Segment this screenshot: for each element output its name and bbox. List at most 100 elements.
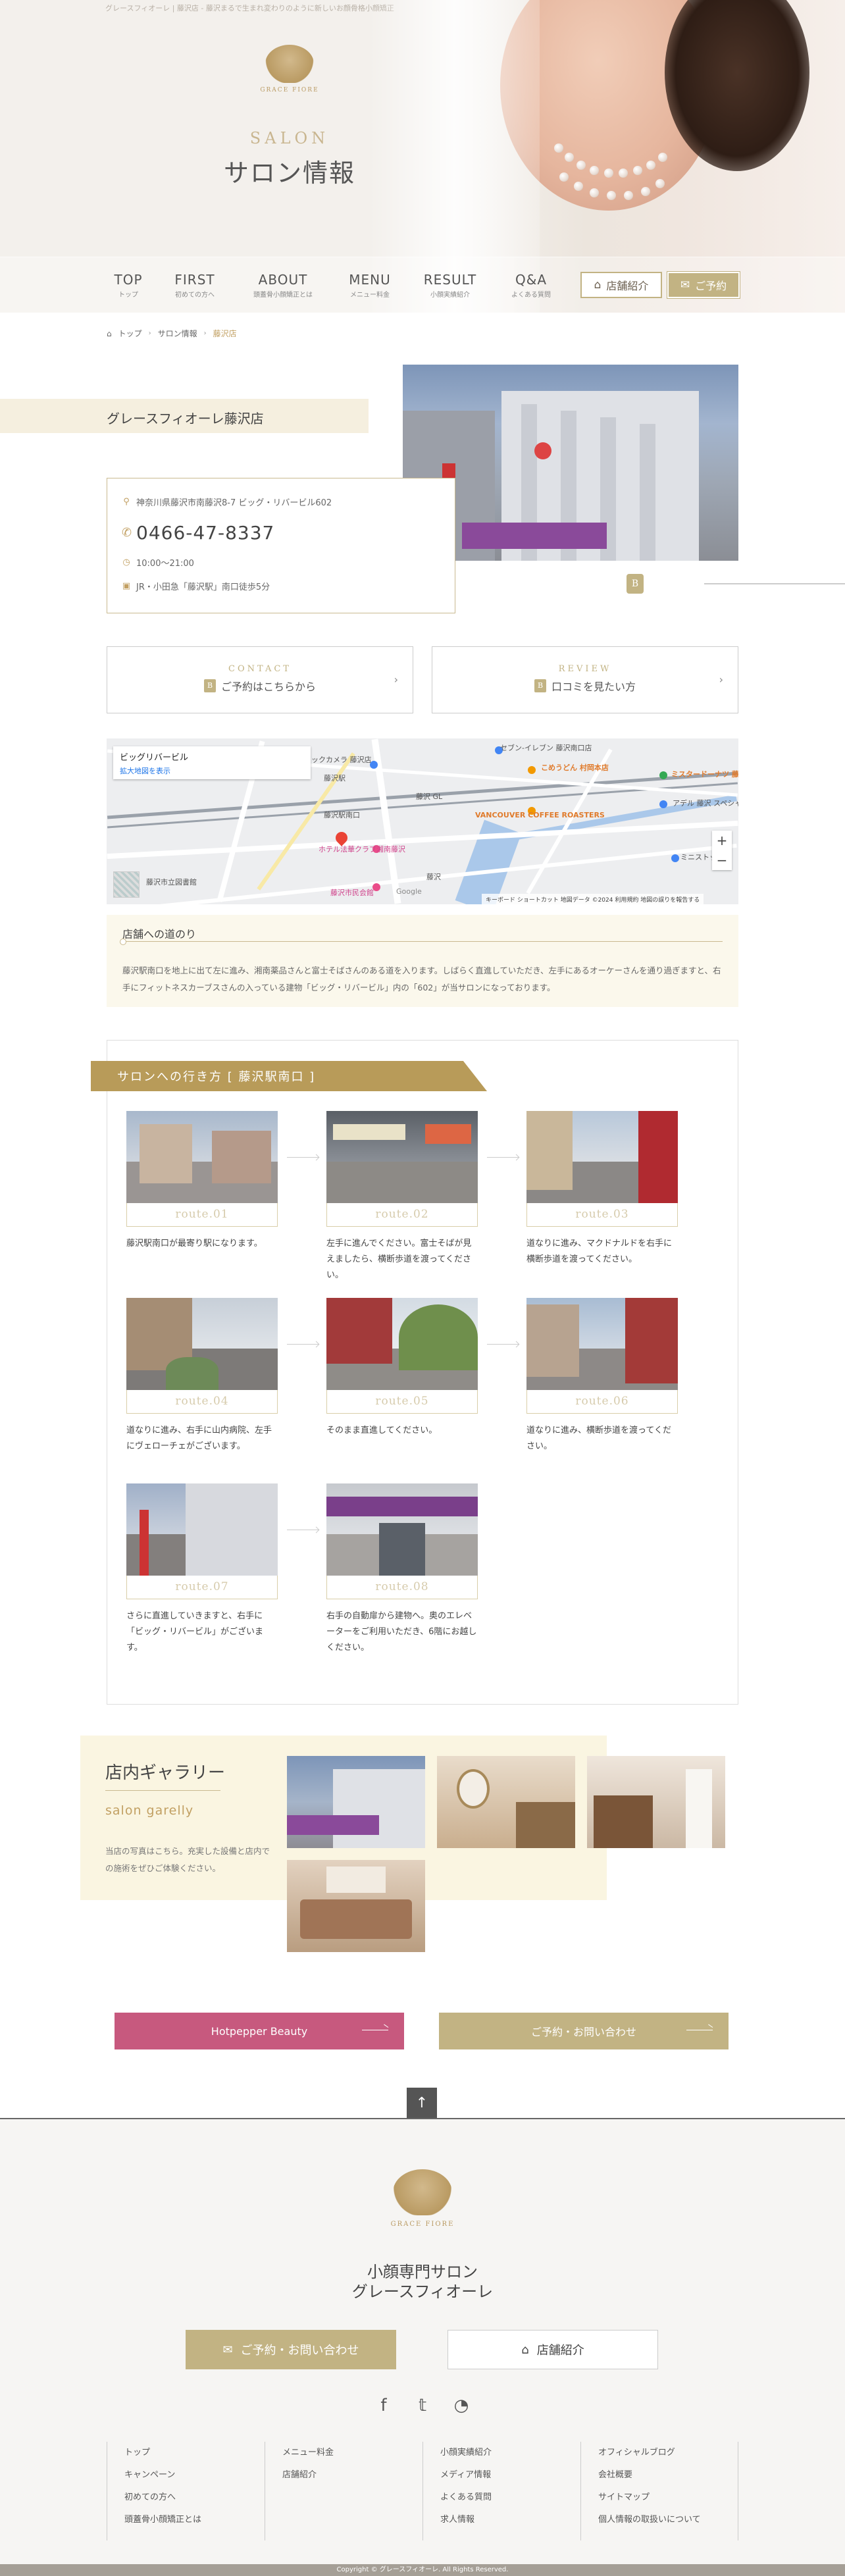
gallery-description: 当店の写真はこちら。充実した設備と店内での施術をぜひご体験ください。 bbox=[105, 1846, 270, 1873]
pearl bbox=[574, 182, 583, 191]
reserve-button[interactable]: ✉ ご予約 bbox=[667, 271, 740, 299]
poi-icon[interactable] bbox=[659, 771, 667, 779]
rss-icon[interactable]: ◔ bbox=[451, 2396, 471, 2415]
copyright: Copyright © グレースフィオーレ. All Rights Reserv… bbox=[0, 2564, 845, 2576]
pearl bbox=[554, 143, 563, 153]
reserve-contact-button[interactable]: ご予約・お問い合わせ bbox=[439, 2013, 729, 2049]
address-row: ⚲ 神奈川県藤沢市南藤沢8-7 ビッグ・リバービル602 bbox=[122, 496, 332, 508]
footer-shop-button[interactable]: ⌂ 店舗紹介 bbox=[448, 2330, 658, 2369]
footer-logo[interactable]: GRACE FIORE bbox=[388, 2169, 457, 2228]
footer-link[interactable]: 頭蓋骨小顔矯正とは bbox=[124, 2509, 265, 2531]
zoom-in-button[interactable]: + bbox=[712, 831, 732, 850]
poi-icon[interactable] bbox=[671, 854, 679, 862]
footer-shop-label: 店舗紹介 bbox=[536, 2344, 584, 2357]
hero-banner: グレースフィオーレ | 藤沢店 - 藤沢まるで生まれ変わりのように新しいお顔骨格… bbox=[0, 0, 845, 313]
divider bbox=[105, 1790, 220, 1791]
footer-link-column: 小顔実績紹介 メディア情報 よくある質問 求人情報 bbox=[423, 2442, 580, 2540]
phone-icon: ✆ bbox=[122, 526, 133, 540]
footer-link[interactable]: 小顔実績紹介 bbox=[440, 2442, 580, 2464]
map-label: ビックカメラ 藤沢店 bbox=[304, 756, 372, 764]
gallery-image[interactable] bbox=[437, 1756, 575, 1848]
clock-icon: ◷ bbox=[122, 557, 130, 567]
route-step: route.06 道なりに進み、横断歩道を渡ってください。 bbox=[526, 1298, 678, 1455]
back-to-top-button[interactable]: ↑ bbox=[407, 2088, 437, 2118]
footer-link[interactable]: オフィシャルブログ bbox=[598, 2442, 738, 2464]
frog-logo-icon bbox=[265, 45, 314, 83]
nav-item-about[interactable]: ABOUT 頭蓋骨小顔矯正とは bbox=[242, 272, 324, 299]
cta-jp-row: B ご予約はこちらから bbox=[107, 678, 413, 694]
footer-contact-button[interactable]: ✉ ご予約・お問い合わせ bbox=[186, 2330, 396, 2369]
map-pin-icon: ⚲ bbox=[123, 497, 130, 507]
footer-link[interactable]: よくある質問 bbox=[440, 2486, 580, 2509]
site-logo[interactable]: GRACE FIORE bbox=[253, 45, 326, 93]
review-cta[interactable]: REVIEW B 口コミを見たい方 › bbox=[432, 646, 738, 713]
tel-row[interactable]: ✆ 0466-47-8337 bbox=[122, 522, 274, 544]
gallery-image[interactable] bbox=[287, 1860, 425, 1952]
footer-link[interactable]: 会社概要 bbox=[598, 2464, 738, 2486]
map-label: ホテル法華クラブ湘南藤沢 bbox=[319, 845, 405, 854]
route-step-text: 道なりに進み、マクドナルドを右手に横断歩道を渡ってください。 bbox=[526, 1239, 673, 1264]
gallery-image[interactable] bbox=[587, 1756, 725, 1848]
footer-link[interactable]: 個人情報の取扱いについて bbox=[598, 2509, 738, 2531]
street-view-thumbnail[interactable] bbox=[113, 871, 140, 898]
footer-link[interactable]: 初めての方へ bbox=[124, 2486, 265, 2509]
nav-sublabel: メニュー料金 bbox=[350, 292, 390, 299]
logo-text: GRACE FIORE bbox=[390, 2221, 455, 2228]
chevron-right-icon: › bbox=[719, 673, 723, 686]
footer-link[interactable]: キャンペーン bbox=[124, 2464, 265, 2486]
contact-cta[interactable]: CONTACT B ご予約はこちらから › bbox=[107, 646, 413, 713]
chevron-right-icon: › bbox=[148, 330, 151, 337]
route-description-box: 店舗への道のり 藤沢駅南口を地上に出て左に進み、湘南薬品さんと富士そばさんのある… bbox=[107, 915, 738, 1007]
nav-item-top[interactable]: TOP トップ bbox=[112, 272, 145, 299]
breadcrumb-current: 藤沢店 bbox=[213, 329, 237, 338]
nav-item-qa[interactable]: Q&A よくある質問 bbox=[503, 272, 559, 299]
pearl bbox=[658, 153, 667, 162]
shop-access: JR・小田急「藤沢駅」南口徒歩5分 bbox=[136, 582, 270, 592]
shop-button[interactable]: ⌂ 店舗紹介 bbox=[580, 272, 662, 298]
map-label: 藤沢 GL bbox=[416, 792, 443, 801]
google-map[interactable]: セブン-イレブン 藤沢南口店 ビックカメラ 藤沢店 藤沢駅 藤沢駅南口 藤沢 G… bbox=[107, 738, 738, 904]
footer-links: トップ キャンペーン 初めての方へ 頭蓋骨小顔矯正とは メニュー料金 店舗紹介 … bbox=[107, 2442, 738, 2540]
zoom-out-button[interactable]: − bbox=[712, 850, 732, 870]
nav-sublabel: トップ bbox=[118, 292, 138, 299]
poi-icon[interactable] bbox=[528, 766, 536, 774]
global-nav: TOP トップ FIRST 初めての方へ ABOUT 頭蓋骨小顔矯正とは MEN… bbox=[0, 257, 845, 313]
poi-icon[interactable] bbox=[659, 800, 667, 808]
route-photo bbox=[326, 1111, 478, 1203]
shop-tel[interactable]: 0466-47-8337 bbox=[136, 522, 274, 544]
gallery-image[interactable] bbox=[287, 1756, 425, 1848]
footer-link[interactable]: 店舗紹介 bbox=[282, 2464, 423, 2486]
route-step-label: route.05 bbox=[326, 1390, 478, 1414]
footer-link[interactable]: サイトマップ bbox=[598, 2486, 738, 2509]
footer-link-column: トップ キャンペーン 初めての方へ 頭蓋骨小顔矯正とは bbox=[107, 2442, 265, 2540]
footer-link[interactable]: 求人情報 bbox=[440, 2509, 580, 2531]
route-step-text: 右手の自動扉から建物へ。奥のエレベーターをご利用いただき、6階にお越しください。 bbox=[326, 1611, 477, 1653]
badge-icon: B bbox=[534, 679, 546, 692]
map-label: 藤沢 bbox=[426, 873, 441, 881]
breadcrumb-parent[interactable]: サロン情報 bbox=[158, 328, 197, 339]
map-label: 藤沢市民会館 bbox=[330, 889, 374, 897]
facebook-icon[interactable]: f bbox=[374, 2396, 394, 2415]
hotpepper-button[interactable]: Hotpepper Beauty bbox=[115, 2013, 404, 2049]
route-step-text: 藤沢駅南口が最寄り駅になります。 bbox=[126, 1239, 263, 1249]
map-place-card: ビッグリバービル 拡大地図を表示 bbox=[113, 746, 311, 779]
nav-sublabel: よくある質問 bbox=[511, 292, 551, 299]
breadcrumb-home[interactable]: トップ bbox=[118, 328, 142, 339]
footer-link[interactable]: トップ bbox=[124, 2442, 265, 2464]
map-label: アデル 藤沢 スペシャルショップ bbox=[673, 799, 738, 808]
nav-item-menu[interactable]: MENU メニュー料金 bbox=[342, 272, 397, 299]
page-title: サロン情報 bbox=[223, 159, 355, 188]
chevron-right-icon: › bbox=[394, 673, 398, 686]
map-footer[interactable]: キーボード ショートカット 地図データ ©2024 利用規約 地図の誤りを報告す… bbox=[482, 894, 704, 904]
google-logo: Google bbox=[396, 887, 422, 896]
nav-item-result[interactable]: RESULT 小顔実績紹介 bbox=[419, 272, 482, 299]
nav-label: Q&A bbox=[515, 272, 548, 288]
footer-link[interactable]: メニュー料金 bbox=[282, 2442, 423, 2464]
footer-link[interactable]: メディア情報 bbox=[440, 2464, 580, 2486]
map-enlarge-link[interactable]: 拡大地図を表示 bbox=[120, 765, 304, 776]
nav-item-first[interactable]: FIRST 初めての方へ bbox=[167, 272, 222, 299]
route-step-label: route.06 bbox=[526, 1390, 678, 1414]
twitter-icon[interactable]: 𝕥 bbox=[413, 2396, 432, 2415]
home-icon: ⌂ bbox=[521, 2342, 529, 2357]
hero-tagline: グレースフィオーレ | 藤沢店 - 藤沢まるで生まれ変わりのように新しいお顔骨格… bbox=[105, 4, 394, 13]
